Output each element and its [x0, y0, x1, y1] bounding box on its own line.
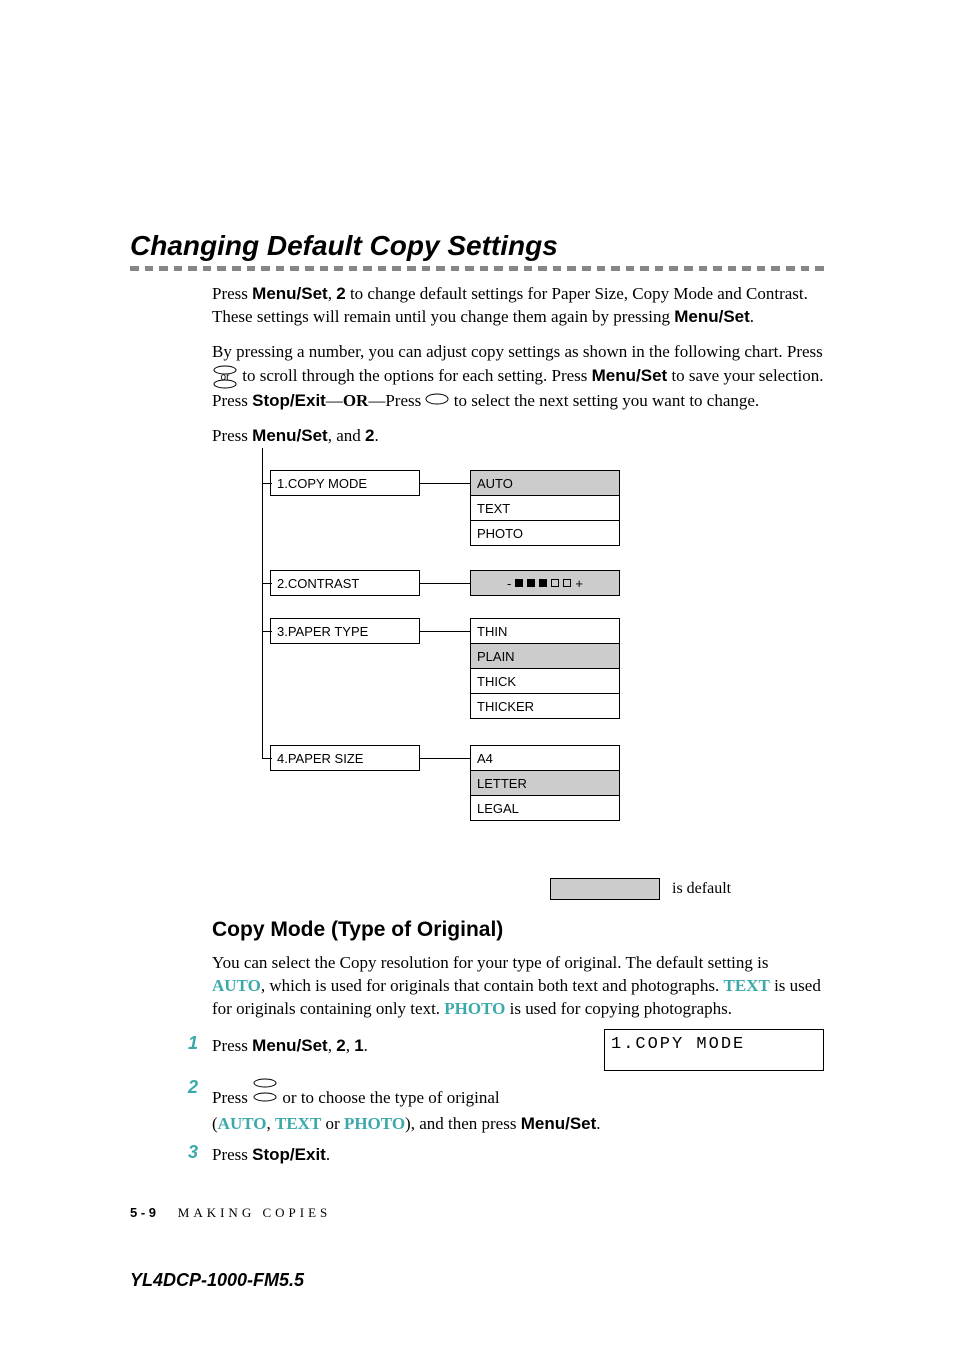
- text: is used for copying photographs.: [505, 999, 732, 1018]
- text: .: [596, 1114, 600, 1133]
- menu-item: 3.PAPER TYPE: [270, 618, 420, 644]
- step-2: 2 Press or to choose the type of origina…: [188, 1077, 824, 1136]
- minus-label: -: [507, 576, 511, 591]
- auto-label: AUTO: [212, 976, 261, 995]
- text: ,: [328, 1036, 337, 1055]
- contrast-box-icon: [551, 579, 559, 587]
- heading-underline: [130, 266, 824, 271]
- contrast-box-icon: [539, 579, 547, 587]
- text: .: [326, 1145, 330, 1164]
- text: Press: [212, 1088, 252, 1107]
- paragraph-2: By pressing a number, you can adjust cop…: [212, 341, 824, 414]
- step-3: 3 Press Stop/Exit.: [188, 1142, 824, 1168]
- menu-set-label: Menu/Set: [674, 307, 750, 326]
- text: to select the next setting you want to c…: [454, 391, 759, 410]
- stop-exit-label: Stop/Exit: [252, 391, 326, 410]
- menu-set-label: Menu/Set: [521, 1114, 597, 1133]
- text: or: [321, 1114, 344, 1133]
- default-swatch-icon: [550, 878, 660, 900]
- step-1: 1 Press Menu/Set, 2, 1. 1.COPY MODE: [188, 1033, 824, 1071]
- contrast-box-icon: [527, 579, 535, 587]
- menu-set-label: Menu/Set: [252, 426, 328, 445]
- text: ,: [346, 1036, 355, 1055]
- menu-item: 1.COPY MODE: [270, 470, 420, 496]
- lcd-display: 1.COPY MODE: [604, 1029, 824, 1071]
- text: You can select the Copy resolution for y…: [212, 953, 769, 972]
- text: Press: [212, 426, 252, 445]
- auto-label: AUTO: [218, 1114, 267, 1133]
- menu-set-label: Menu/Set: [592, 366, 668, 385]
- text: Press: [212, 1036, 252, 1055]
- option-thicker: THICKER: [470, 693, 620, 719]
- photo-label: PHOTO: [344, 1114, 405, 1133]
- option-thin: THIN: [470, 618, 620, 644]
- text-label: TEXT: [724, 976, 770, 995]
- paragraph-3: Press Menu/Set, and 2.: [212, 425, 824, 448]
- paragraph-1: Press Menu/Set, 2 to change default sett…: [212, 283, 824, 329]
- option-auto: AUTO: [470, 470, 620, 496]
- step-number: 3: [188, 1142, 212, 1163]
- sub-paragraph: You can select the Copy resolution for y…: [212, 952, 824, 1021]
- text: Press: [212, 1145, 252, 1164]
- page-title: Changing Default Copy Settings: [130, 230, 824, 262]
- text: ,: [266, 1114, 275, 1133]
- menu-set-label: Menu/Set: [252, 1036, 328, 1055]
- step-number: 1: [188, 1033, 212, 1054]
- menu-set-label: Menu/Set: [252, 284, 328, 303]
- text: to scroll through the options for each s…: [242, 366, 591, 385]
- option-contrast: - +: [470, 570, 620, 596]
- text: .: [750, 307, 754, 326]
- text: , and: [328, 426, 365, 445]
- photo-label: PHOTO: [444, 999, 505, 1018]
- menu-item: 4.PAPER SIZE: [270, 745, 420, 771]
- plus-label: +: [575, 576, 583, 591]
- text: ,: [328, 284, 337, 303]
- text: .: [364, 1036, 368, 1055]
- key-1: 1: [354, 1036, 363, 1055]
- contrast-box-icon: [515, 579, 523, 587]
- option-letter: LETTER: [470, 770, 620, 796]
- up-down-or-icon: or: [252, 1088, 301, 1107]
- page-number: 5 - 9: [130, 1205, 156, 1220]
- option-legal: LEGAL: [470, 795, 620, 821]
- text: By pressing a number, you can adjust cop…: [212, 342, 823, 361]
- subheading: Copy Mode (Type of Original): [212, 918, 824, 942]
- option-photo: PHOTO: [470, 520, 620, 546]
- down-ellipse-icon: [425, 390, 449, 413]
- doc-watermark: YL4DCP-1000-FM5.5: [130, 1270, 304, 1291]
- page-footer: 5 - 9 MAKING COPIES: [130, 1205, 331, 1221]
- key-2: 2: [336, 284, 345, 303]
- text: —: [326, 391, 343, 410]
- contrast-box-icon: [563, 579, 571, 587]
- option-text: TEXT: [470, 495, 620, 521]
- option-thick: THICK: [470, 668, 620, 694]
- default-legend: is default: [550, 878, 824, 900]
- text: .: [374, 426, 378, 445]
- text: , which is used for originals that conta…: [261, 976, 724, 995]
- text: to choose the type of original: [301, 1088, 500, 1107]
- menu-item: 2.CONTRAST: [270, 570, 420, 596]
- text: Press: [212, 284, 252, 303]
- settings-chart: 1.COPY MODE AUTO TEXT PHOTO 2.CONTRAST -: [270, 460, 824, 870]
- text-label: TEXT: [275, 1114, 321, 1133]
- footer-title: MAKING COPIES: [178, 1205, 331, 1220]
- step-number: 2: [188, 1077, 212, 1098]
- key-2: 2: [336, 1036, 345, 1055]
- option-a4: A4: [470, 745, 620, 771]
- or-label: OR: [343, 391, 369, 410]
- default-legend-text: is default: [672, 880, 731, 898]
- up-down-or-icon: or: [212, 364, 238, 390]
- stop-exit-label: Stop/Exit: [252, 1145, 326, 1164]
- text: —Press: [368, 391, 425, 410]
- option-plain: PLAIN: [470, 643, 620, 669]
- text: ), and then press: [405, 1114, 521, 1133]
